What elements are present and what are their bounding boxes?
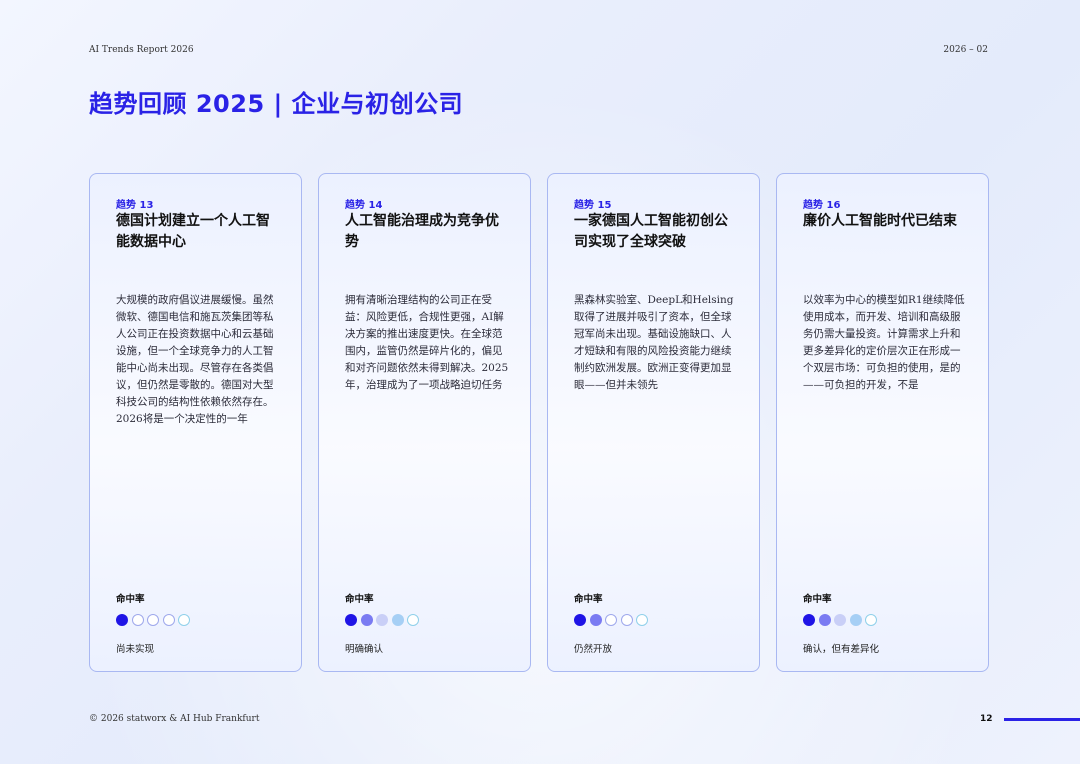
hit-rate-status: 尚未实现 (116, 644, 155, 655)
rating-dot-empty (407, 614, 419, 626)
trend-number: 趋势 14 (345, 200, 383, 211)
hit-rate-dots (345, 614, 419, 626)
trend-number: 趋势 16 (803, 200, 841, 211)
report-name: AI Trends Report 2026 (89, 45, 194, 55)
trend-body: 拥有清晰治理结构的公司正在受益：风险更低，合规性更强，AI解决方案的推出速度更快… (345, 294, 509, 391)
rating-dot-empty (605, 614, 617, 626)
rating-dot-empty (865, 614, 877, 626)
report-issue: 2026 – 02 (943, 45, 988, 55)
rating-dot-filled (345, 614, 357, 626)
rating-dot-filled (376, 614, 388, 626)
rating-dot-filled (116, 614, 128, 626)
rating-dot-empty (131, 614, 144, 626)
trend-number: 趋势 13 (116, 200, 154, 211)
trend-card: 趋势 13 德国计划建立一个人工智能数据中心 大规模的政府倡议进展缓慢。虽然微软… (89, 173, 302, 672)
hit-rate-dots (803, 614, 877, 626)
trend-title: 人工智能治理成为竞争优势 (345, 213, 499, 250)
rating-dot-filled (849, 614, 862, 626)
hit-rate-label: 命中率 (116, 594, 145, 605)
rating-dot-filled (574, 614, 586, 626)
trend-card: 趋势 15 一家德国人工智能初创公司实现了全球突破 黑森林实验室、DeepL和H… (547, 173, 760, 672)
copyright: © 2026 statworx & AI Hub Frankfurt (89, 714, 260, 724)
trend-body: 大规模的政府倡议进展缓慢。虽然微软、德国电信和施瓦茨集团等私人公司正在投资数据中… (116, 294, 274, 425)
hit-rate-label: 命中率 (803, 594, 832, 605)
rating-dot-empty (178, 614, 190, 626)
hit-rate-status: 明确确认 (345, 644, 384, 655)
rating-dot-empty (620, 614, 633, 626)
rating-dot-filled (834, 614, 846, 626)
hit-rate-status: 确认，但有差异化 (803, 644, 880, 655)
page-title: 趋势回顾 2025 | 企业与初创公司 (89, 90, 464, 118)
rating-dot-filled (360, 614, 373, 626)
trend-number: 趋势 15 (574, 200, 612, 211)
trend-title: 廉价人工智能时代已结束 (803, 213, 957, 229)
trend-card: 趋势 16 廉价人工智能时代已结束 以效率为中心的模型如R1继续降低使用成本，而… (776, 173, 989, 672)
rating-dot-filled (818, 614, 831, 626)
footer-accent-bar (1004, 718, 1080, 721)
trend-body: 黑森林实验室、DeepL和Helsing取得了进展并吸引了资本，但全球冠军尚未出… (574, 294, 734, 391)
hit-rate-status: 仍然开放 (574, 644, 613, 655)
rating-dot-filled (803, 614, 815, 626)
trend-body: 以效率为中心的模型如R1继续降低使用成本，而开发、培训和高级服务仍需大量投资。计… (803, 294, 965, 391)
trend-title: 一家德国人工智能初创公司实现了全球突破 (574, 213, 728, 250)
rating-dot-filled (589, 614, 602, 626)
rating-dot-filled (391, 614, 404, 626)
hit-rate-dots (116, 614, 190, 626)
trend-card: 趋势 14 人工智能治理成为竞争优势 拥有清晰治理结构的公司正在受益：风险更低，… (318, 173, 531, 672)
trend-title: 德国计划建立一个人工智能数据中心 (116, 213, 270, 250)
hit-rate-label: 命中率 (574, 594, 603, 605)
page-number: 12 (980, 714, 993, 724)
hit-rate-dots (574, 614, 648, 626)
rating-dot-empty (147, 614, 159, 626)
rating-dot-empty (162, 614, 175, 626)
rating-dot-empty (636, 614, 648, 626)
hit-rate-label: 命中率 (345, 594, 374, 605)
